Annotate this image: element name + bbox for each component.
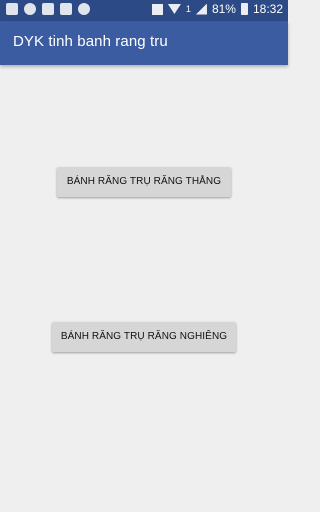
email-icon: [42, 3, 54, 15]
screen: 1 81% 18:32 DYK tinh banh rang tru BÁNH …: [0, 0, 288, 512]
wifi-icon: [167, 4, 181, 14]
battery-icon: [240, 3, 248, 15]
status-left-icons: [6, 3, 90, 15]
sim-indicator: 1: [185, 4, 191, 14]
status-right-icons: 1 81% 18:32: [151, 2, 283, 16]
battery-percent: 81%: [211, 2, 236, 16]
mute-icon: [151, 3, 163, 15]
signal-icon: [195, 3, 207, 15]
sms-icon: [6, 3, 18, 15]
status-time: 18:32: [252, 2, 283, 16]
helical-spur-gear-button[interactable]: BÁNH RĂNG TRỤ RĂNG NGHIÊNG: [52, 322, 236, 352]
straight-spur-gear-button[interactable]: BÁNH RĂNG TRỤ RĂNG THẲNG: [57, 167, 231, 197]
app-bar: DYK tinh banh rang tru: [0, 21, 288, 65]
viber-icon: [24, 3, 36, 15]
app-title: DYK tinh banh rang tru: [13, 33, 168, 50]
status-bar: 1 81% 18:32: [0, 0, 288, 21]
gallery-icon: [60, 3, 72, 15]
messenger-icon: [78, 3, 90, 15]
